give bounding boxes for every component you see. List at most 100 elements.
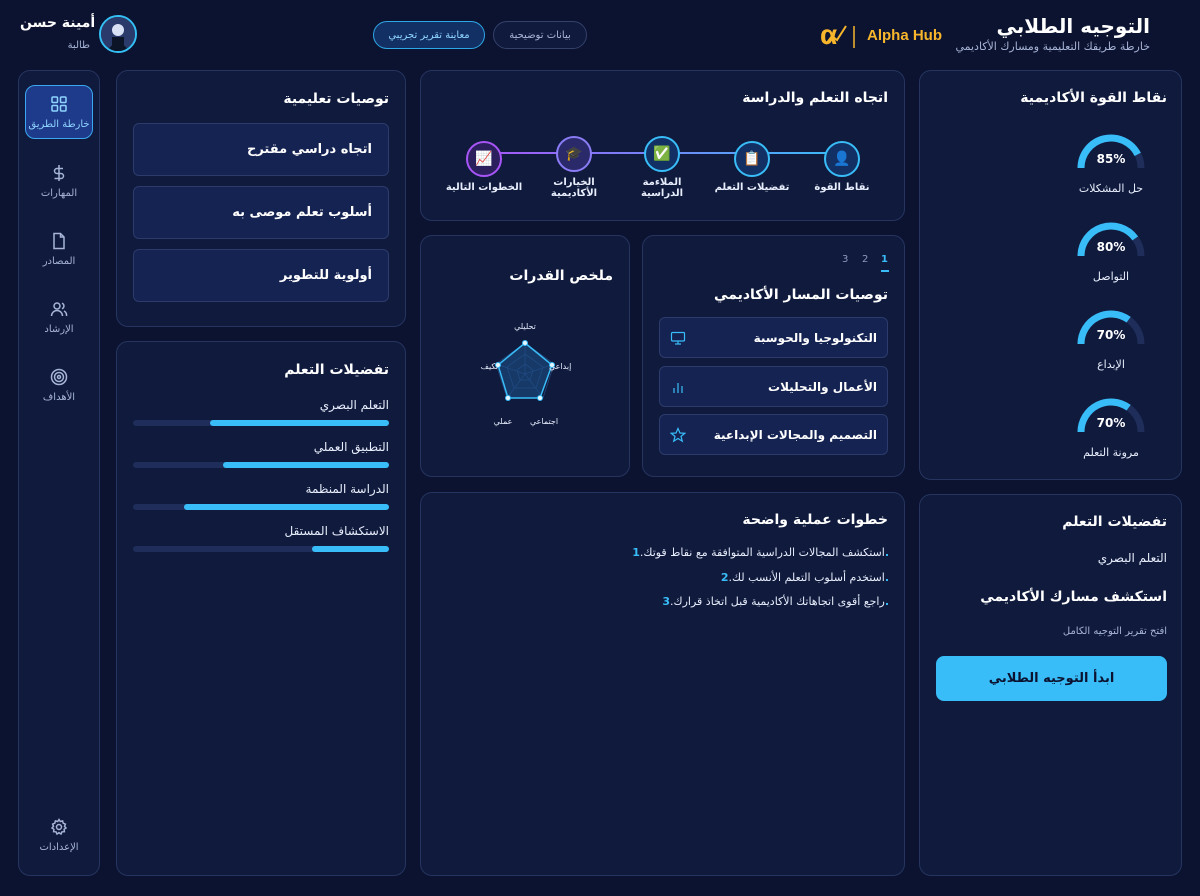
preference-label: الاستكشاف المستقل <box>284 524 389 538</box>
gauge-label: حل المشكلات <box>1078 182 1144 195</box>
logo-text: Alpha Hub <box>867 27 942 44</box>
pager-page-3[interactable]: 3 <box>842 254 848 265</box>
dollar-icon <box>53 164 65 181</box>
step-next-steps[interactable]: 📈 الخطوات التالية <box>439 141 529 193</box>
logo-icon: α <box>820 19 855 50</box>
sidebar-item-label: المصادر <box>42 255 76 267</box>
strength-gauge: 70% الإبداع <box>1071 304 1151 371</box>
gauge-value: 85% <box>1097 152 1126 166</box>
preference-bar-fill <box>184 504 389 510</box>
gauge-label: التواصل <box>1092 270 1130 283</box>
pager-page-2[interactable]: 2 <box>862 254 868 265</box>
preference-label: التطبيق العملي <box>313 440 389 454</box>
start-guidance-button[interactable]: ابدأ التوجيه الطلابي <box>936 656 1167 701</box>
preference-bar-fill <box>209 420 389 426</box>
gauge-arc: 70% <box>1077 310 1145 345</box>
step-label: الخطوات التالية <box>445 182 523 193</box>
graduation-cap-icon: 🎓 <box>556 136 592 172</box>
recommendation-item[interactable]: أسلوب تعلم موصى به <box>133 186 389 239</box>
learning-preferences-title: تفضيلات التعلم <box>284 362 389 378</box>
demo-data-button[interactable]: بيانات توضيحية <box>493 21 587 49</box>
avatar[interactable] <box>99 15 137 53</box>
check-icon: ✅ <box>644 136 680 172</box>
path-item-label: التصميم والمجالات الإبداعية <box>713 427 877 442</box>
radar-axis-label: تحليلي <box>514 322 536 331</box>
recommendation-item[interactable]: اتجاه دراسي مقترح <box>133 123 389 176</box>
learning-direction-title: اتجاه التعلم والدراسة <box>742 90 888 106</box>
sidebar-item-skills[interactable]: المهارات <box>25 154 93 208</box>
grid-icon <box>51 95 67 112</box>
path-item-technology[interactable]: التكنولوجيا والحوسبة <box>659 317 888 358</box>
gauge-value: 70% <box>1097 416 1126 430</box>
sidebar-item-goals[interactable]: الأهداف <box>25 358 93 412</box>
step-label: الملاءمة الدراسية <box>640 177 684 199</box>
gear-icon <box>50 817 68 835</box>
preference-label: الدراسة المنظمة <box>305 482 389 496</box>
cta-heading: استكشف مسارك الأكاديمي <box>980 589 1167 605</box>
bar-chart-icon <box>673 382 683 393</box>
preference-bar <box>133 504 389 510</box>
step-label: نقاط القوة <box>814 182 870 193</box>
preference-bar <box>133 462 389 468</box>
step-study-fit[interactable]: ✅ الملاءمة الدراسية <box>617 136 707 199</box>
path-item-business[interactable]: الأعمال والتحليلات <box>659 366 888 407</box>
star-icon <box>670 426 686 443</box>
preference-label: التعلم البصري <box>319 398 389 412</box>
practical-step-text: استكشف المجالات الدراسية المتوافقة مع نق… <box>639 546 885 559</box>
gauge-arc: 80% <box>1077 222 1145 257</box>
sidebar-item-label: الأهداف <box>42 391 76 403</box>
page-subtitle: خارطة طريقك التعليمية ومسارك الأكاديمي <box>955 40 1150 53</box>
radar-axis-label: إبداعي <box>549 362 572 371</box>
practical-step-text: راجع أقوى اتجاهاتك الأكاديمية قبل اتخاذ … <box>670 595 885 608</box>
sidebar-item-resources[interactable]: المصادر <box>25 222 93 276</box>
pager-page-1[interactable]: 1 <box>881 254 888 265</box>
users-icon <box>50 301 68 316</box>
sidebar-item-label: الإرشاد <box>44 323 74 335</box>
step-academic-options[interactable]: 🎓 الخيارات الأكاديمية <box>529 136 619 199</box>
preference-bar-fill <box>312 546 389 552</box>
sidebar-item-settings[interactable]: الإعدادات <box>25 808 93 862</box>
cta-title: تفضيلات التعلم <box>1062 514 1167 530</box>
step-learning-preferences[interactable]: 📋 تفضيلات التعلم <box>707 141 797 193</box>
practical-step-text: استخدم أسلوب التعلم الأنسب لك. <box>728 571 885 584</box>
academic-path-title: توصيات المسار الأكاديمي <box>714 287 888 303</box>
path-item-label: الأعمال والتحليلات <box>768 379 877 394</box>
monitor-icon <box>670 331 686 345</box>
gauge-value: 70% <box>1097 328 1126 342</box>
preference-bar-fill <box>222 462 389 468</box>
gauge-label: مرونة التعلم <box>1083 446 1139 459</box>
path-item-design[interactable]: التصميم والمجالات الإبداعية <box>659 414 888 455</box>
target-icon <box>50 368 68 385</box>
recommendations-title: توصيات تعليمية <box>283 91 389 107</box>
student-icon: 👤 <box>824 141 860 177</box>
practical-step-item: راجع أقوى اتجاهاتك الأكاديمية قبل اتخاذ … <box>656 595 889 608</box>
cta-note: افتح تقرير التوجيه الكامل <box>1062 626 1167 637</box>
recommendation-item[interactable]: أولوية للتطوير <box>133 249 389 302</box>
step-label: تفضيلات التعلم <box>714 182 790 193</box>
svg-text:α: α <box>820 19 837 50</box>
gauge-arc: 70% <box>1077 398 1145 433</box>
radar-chart <box>495 340 555 401</box>
gauge-arc: 85% <box>1077 134 1145 169</box>
cta-preference: التعلم البصري <box>1097 551 1167 565</box>
strength-gauge: 85% حل المشكلات <box>1071 128 1151 195</box>
document-icon <box>53 232 65 249</box>
step-strengths[interactable]: 👤 نقاط القوة <box>797 141 887 193</box>
gauge-label: الإبداع <box>1097 358 1125 371</box>
path-item-label: التكنولوجيا والحوسبة <box>753 330 877 345</box>
sidebar-item-guidance[interactable]: الإرشاد <box>25 290 93 344</box>
step-label: الخيارات الأكاديمية <box>550 177 598 199</box>
gauge-value: 80% <box>1097 240 1126 254</box>
practical-steps-title: خطوات عملية واضحة <box>742 512 888 528</box>
page-title: التوجيه الطلابي <box>996 14 1150 38</box>
abilities-title: ملخص القدرات <box>509 268 613 284</box>
preference-bar <box>133 420 389 426</box>
strength-gauge: 70% مرونة التعلم <box>1071 392 1151 459</box>
chart-up-icon: 📈 <box>466 141 502 177</box>
preference-bar <box>133 546 389 552</box>
sidebar-item-label: المهارات <box>40 187 78 199</box>
sidebar-item-roadmap[interactable]: خارطة الطريق <box>25 85 93 139</box>
strength-gauge: 80% التواصل <box>1071 216 1151 283</box>
user-name: أمينة حسن <box>20 15 96 31</box>
preview-report-button[interactable]: معاينة تقرير تجريبي <box>373 21 485 49</box>
